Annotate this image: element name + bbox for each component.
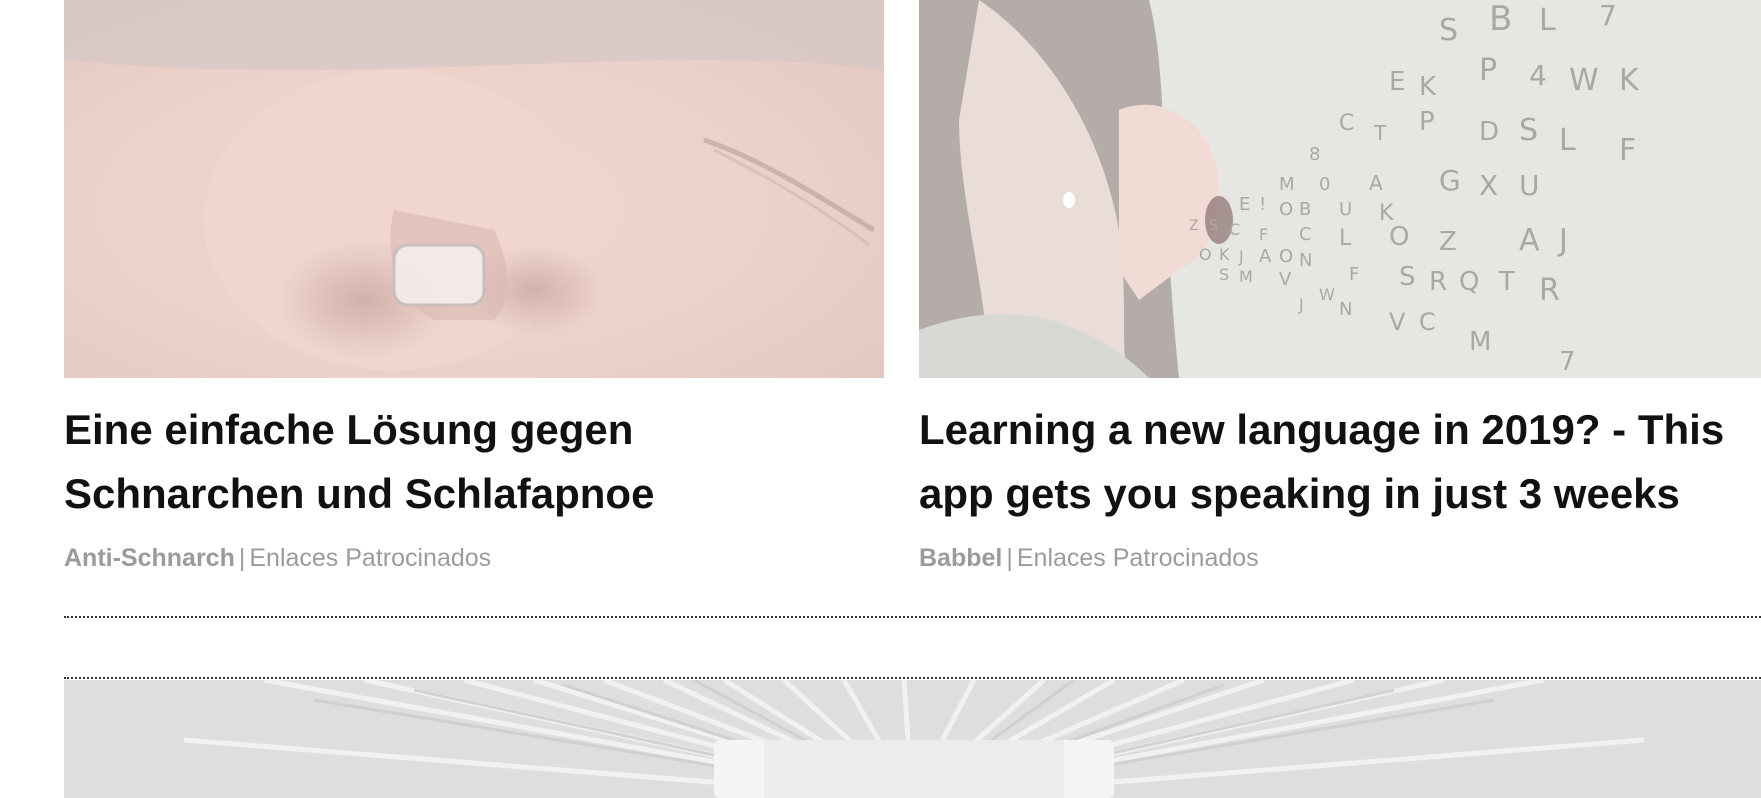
svg-text:B: B	[1299, 199, 1311, 220]
card-meta: Babbel | Enlaces Patrocinados	[919, 542, 1761, 574]
sponsored-card-anti-schnarch[interactable]: Eine einfache Lösung gegen Schnarchen un…	[64, 0, 884, 574]
svg-text:F: F	[1619, 133, 1636, 168]
section-divider	[64, 677, 1761, 679]
nose-clip-image	[64, 0, 884, 378]
svg-text:M: M	[1239, 267, 1253, 286]
sponsored-label[interactable]: Enlaces Patrocinados	[249, 544, 491, 572]
svg-text:A: A	[1519, 223, 1540, 258]
svg-text:8: 8	[1309, 144, 1320, 165]
svg-text:V: V	[1389, 308, 1406, 336]
svg-text:C: C	[1419, 308, 1436, 336]
sponsored-label[interactable]: Enlaces Patrocinados	[1017, 544, 1259, 572]
svg-text:R: R	[1539, 273, 1560, 308]
svg-text:L: L	[1339, 226, 1352, 251]
svg-text:F: F	[1349, 264, 1359, 285]
svg-text:F: F	[1259, 225, 1268, 244]
svg-text:S: S	[1219, 265, 1229, 284]
svg-text:C: C	[1299, 224, 1312, 245]
svg-text:G: G	[1439, 164, 1461, 197]
section-divider	[64, 616, 1761, 618]
svg-text:K: K	[1419, 72, 1437, 102]
bottom-ad-thumbnail[interactable]	[64, 680, 1761, 798]
svg-text:A: A	[1369, 171, 1383, 195]
svg-text:C: C	[1339, 111, 1354, 136]
svg-text:!: !	[1259, 194, 1266, 215]
svg-text:D: D	[1479, 117, 1499, 147]
svg-text:T: T	[1498, 267, 1515, 297]
svg-text:K: K	[1619, 63, 1640, 98]
svg-text:B: B	[1489, 0, 1512, 39]
svg-text:M: M	[1279, 174, 1295, 195]
svg-text:M: M	[1469, 327, 1491, 357]
svg-text:J: J	[1557, 223, 1568, 258]
svg-text:O: O	[1199, 245, 1212, 264]
card-thumbnail-woman-speaking[interactable]: S B L 7 E K P 4 W K C T P D S L F 8 M 0 …	[919, 0, 1761, 378]
svg-text:S: S	[1399, 262, 1416, 292]
svg-text:P: P	[1479, 53, 1497, 88]
svg-text:Q: Q	[1459, 267, 1479, 297]
svg-text:Z: Z	[1189, 218, 1199, 234]
svg-text:W: W	[1569, 63, 1599, 98]
card-thumbnail-nose-clip[interactable]	[64, 0, 884, 378]
svg-text:7: 7	[1559, 347, 1576, 377]
svg-text:7: 7	[1599, 0, 1617, 32]
svg-text:L: L	[1559, 123, 1576, 158]
svg-text:P: P	[1419, 107, 1435, 137]
svg-text:L: L	[1539, 3, 1556, 38]
svg-text:J: J	[1298, 295, 1304, 314]
svg-text:W: W	[1319, 285, 1335, 304]
svg-text:4: 4	[1529, 59, 1547, 92]
svg-text:N: N	[1299, 250, 1312, 271]
svg-text:J: J	[1238, 247, 1244, 266]
card-brand-link[interactable]: Babbel	[919, 544, 1002, 572]
card-headline[interactable]: Eine einfache Lösung gegen Schnarchen un…	[64, 398, 884, 526]
card-brand-link[interactable]: Anti-Schnarch	[64, 544, 235, 572]
svg-text:A: A	[1259, 246, 1272, 267]
card-meta: Anti-Schnarch | Enlaces Patrocinados	[64, 542, 884, 574]
svg-text:E: E	[1239, 194, 1250, 215]
woman-speaking-image: S B L 7 E K P 4 W K C T P D S L F 8 M 0 …	[919, 0, 1761, 378]
card-headline[interactable]: Learning a new language in 2019? - This …	[919, 398, 1761, 526]
light-burst-image	[64, 680, 1761, 798]
sponsored-content-grid: Eine einfache Lösung gegen Schnarchen un…	[0, 0, 1761, 798]
svg-text:U: U	[1339, 199, 1352, 220]
svg-text:Z: Z	[1439, 227, 1457, 257]
svg-text:K: K	[1219, 245, 1230, 264]
svg-text:T: T	[1373, 121, 1387, 145]
sponsored-card-babbel[interactable]: S B L 7 E K P 4 W K C T P D S L F 8 M 0 …	[919, 0, 1761, 574]
svg-text:S: S	[1519, 113, 1538, 148]
svg-text:S: S	[1209, 218, 1218, 234]
svg-text:0: 0	[1319, 174, 1330, 195]
svg-text:V: V	[1279, 269, 1292, 290]
svg-text:O: O	[1279, 199, 1293, 220]
meta-separator: |	[238, 544, 246, 572]
svg-text:O: O	[1279, 246, 1293, 267]
meta-separator: |	[1006, 544, 1013, 572]
svg-text:X: X	[1479, 169, 1498, 202]
svg-text:O: O	[1389, 222, 1409, 252]
svg-text:N: N	[1339, 299, 1352, 320]
svg-text:U: U	[1519, 169, 1540, 202]
svg-text:C: C	[1229, 220, 1240, 239]
svg-text:S: S	[1439, 13, 1458, 48]
svg-text:E: E	[1389, 67, 1405, 97]
svg-text:R: R	[1429, 267, 1447, 297]
